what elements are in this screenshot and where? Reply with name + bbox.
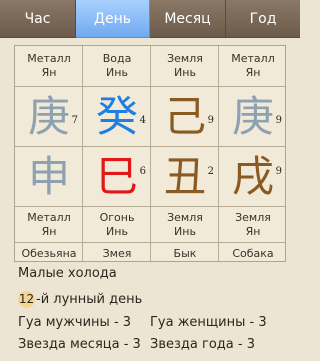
heavenly-stem[interactable]: 癸 4 bbox=[83, 87, 151, 147]
stem-glyph: 癸 bbox=[95, 92, 138, 141]
four-pillars-grid: Металл Ян 庚 7 申 Металл Ян Обезьяна Вода … bbox=[14, 45, 286, 262]
month-star: Звезда месяца - 3 bbox=[18, 337, 141, 352]
lunar-day: 12 -й лунный день bbox=[18, 291, 142, 308]
heavenly-stem[interactable]: 己 9 bbox=[151, 87, 219, 147]
stem-glyph: 庚 bbox=[231, 92, 274, 141]
solar-term: Малые холода bbox=[18, 266, 117, 281]
branch-number: 9 bbox=[275, 166, 282, 177]
earthly-branch[interactable]: 戌 9 bbox=[219, 147, 287, 207]
earthly-branch[interactable]: 申 bbox=[15, 147, 83, 207]
stem-glyph: 庚 bbox=[27, 92, 70, 141]
pillar-top-element: Металл Ян bbox=[219, 46, 287, 86]
element-name: Земля bbox=[167, 210, 203, 224]
element-polarity: Ян bbox=[245, 224, 261, 238]
period-tabs: Час День Месяц Год bbox=[0, 0, 300, 38]
element-name: Металл bbox=[27, 52, 71, 65]
zodiac-animal: Обезьяна bbox=[21, 246, 77, 260]
lunar-day-badge: 12 bbox=[18, 291, 35, 308]
heavenly-stem[interactable]: 庚 9 bbox=[219, 87, 287, 147]
element-polarity: Инь bbox=[106, 66, 128, 79]
element-polarity: Инь bbox=[106, 224, 128, 238]
tab-day[interactable]: День bbox=[76, 0, 150, 38]
heavenly-stem[interactable]: 庚 7 bbox=[15, 87, 83, 147]
element-name: Металл bbox=[27, 210, 71, 224]
element-name: Земля bbox=[167, 52, 203, 65]
branch-glyph: 巳 bbox=[95, 152, 138, 201]
tab-year[interactable]: Год bbox=[226, 0, 300, 38]
tab-hour[interactable]: Час bbox=[0, 0, 76, 38]
branch-glyph: 丑 bbox=[163, 152, 206, 201]
zodiac-animal: Собака bbox=[232, 246, 274, 260]
element-polarity: Ян bbox=[245, 66, 261, 79]
element-name: Огонь bbox=[99, 210, 135, 224]
element-name: Металл bbox=[231, 52, 275, 65]
stem-number: 7 bbox=[71, 115, 78, 126]
branch-number: 6 bbox=[139, 166, 146, 177]
pillar-bottom-element: Земля Инь bbox=[151, 207, 219, 242]
pillar-bottom-element: Металл Ян bbox=[15, 207, 83, 242]
earthly-branch[interactable]: 巳 6 bbox=[83, 147, 151, 207]
earthly-branch[interactable]: 丑 2 bbox=[151, 147, 219, 207]
year-star: Звезда года - 3 bbox=[150, 337, 255, 352]
tab-month[interactable]: Месяц bbox=[150, 0, 226, 38]
pillar-bottom-element: Огонь Инь bbox=[83, 207, 151, 242]
element-polarity: Ян bbox=[41, 66, 57, 79]
element-polarity: Инь bbox=[174, 224, 196, 238]
element-name: Земля bbox=[235, 210, 271, 224]
lunar-day-label: -й лунный день bbox=[36, 292, 143, 307]
zodiac-animal: Бык bbox=[173, 246, 197, 260]
branch-glyph: 戌 bbox=[231, 152, 274, 201]
zodiac-animal: Змея bbox=[102, 246, 132, 260]
pillar-top-element: Земля Инь bbox=[151, 46, 219, 86]
gua-male: Гуа мужчины - 3 bbox=[18, 315, 132, 330]
element-polarity: Ян bbox=[41, 224, 57, 238]
element-name: Вода bbox=[102, 52, 132, 65]
pillar-top-element: Вода Инь bbox=[83, 46, 151, 86]
pillar-top-element: Металл Ян bbox=[15, 46, 83, 86]
stem-glyph: 己 bbox=[163, 92, 206, 141]
element-polarity: Инь bbox=[174, 66, 196, 79]
branch-number: 2 bbox=[207, 166, 214, 177]
pillar-bottom-element: Земля Ян bbox=[219, 207, 287, 242]
branch-glyph: 申 bbox=[27, 152, 70, 201]
gua-female: Гуа женщины - 3 bbox=[150, 315, 267, 330]
